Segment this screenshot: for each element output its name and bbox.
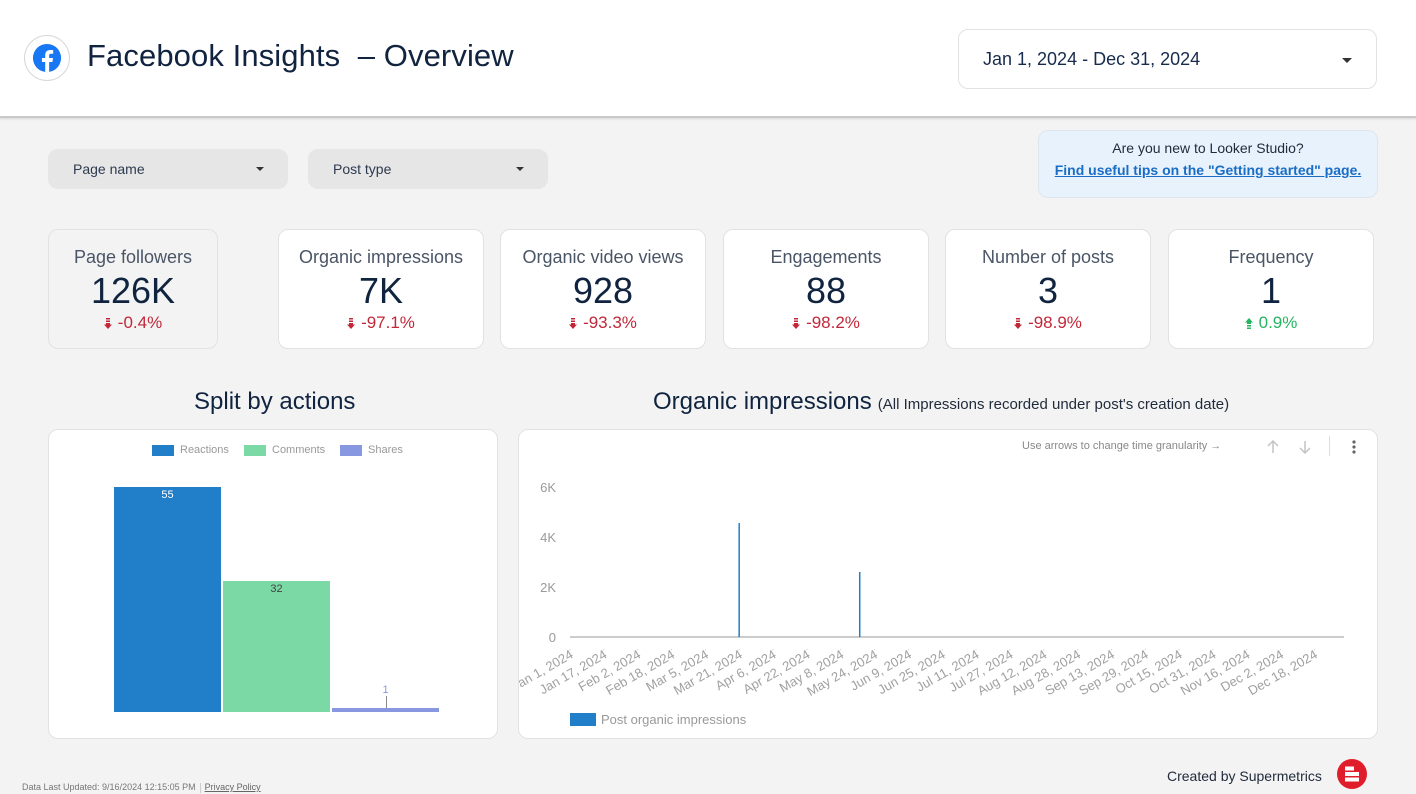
kpi-delta: 0.9% (1169, 313, 1373, 333)
chevron-down-icon (256, 167, 264, 171)
kpi-delta: -98.2% (724, 313, 928, 333)
kpi-organic-video-views: Organic video views 928 -93.3% (500, 229, 706, 349)
date-range-value: Jan 1, 2024 - Dec 31, 2024 (983, 49, 1200, 70)
facebook-logo (24, 35, 70, 81)
legend-label: Comments (272, 444, 325, 456)
facebook-icon (32, 43, 62, 73)
kpi-value: 928 (501, 271, 705, 311)
kpi-number-of-posts: Number of posts 3 -98.9% (945, 229, 1151, 349)
impressions-plot: 02K4K6KJan 1, 2024Jan 17, 2024Feb 2, 202… (519, 430, 1379, 740)
organic-impressions-chart: Use arrows to change time granularity → … (518, 429, 1378, 739)
kpi-label: Page followers (49, 247, 217, 268)
arrow-down-icon (104, 318, 112, 329)
kpi-organic-impressions: Organic impressions 7K -97.1% (278, 229, 484, 349)
kpi-value: 1 (1169, 271, 1373, 311)
impressions-subtitle: (All Impressions recorded under post's c… (878, 396, 1229, 413)
y-tick-label: 4K (540, 530, 556, 545)
legend-item-shares[interactable]: Shares (340, 444, 403, 456)
filter-label: Post type (333, 161, 391, 177)
y-tick-label: 6K (540, 480, 556, 495)
kpi-delta-value: -97.1% (361, 313, 415, 333)
report-header: Facebook Insights – Overview Jan 1, 2024… (0, 0, 1416, 118)
kpi-label: Number of posts (946, 247, 1150, 268)
footer-info: Data Last Updated: 9/16/2024 12:15:05 PM… (22, 782, 261, 793)
supermetrics-logo[interactable] (1337, 759, 1367, 789)
kpi-page-followers: Page followers 126K -0.4% (48, 229, 218, 349)
bar-comments[interactable] (223, 581, 330, 712)
kpi-delta-value: -98.9% (1028, 313, 1082, 333)
arrow-down-icon (569, 318, 577, 329)
page-name-filter[interactable]: Page name (48, 149, 288, 189)
kpi-delta: -98.9% (946, 313, 1150, 333)
last-updated: Data Last Updated: 9/16/2024 12:15:05 PM (22, 782, 196, 792)
arrow-down-icon (792, 318, 800, 329)
created-by: Created by Supermetrics (1167, 768, 1322, 784)
split-by-actions-chart: Reactions Comments Shares 55 32 1 (48, 429, 498, 739)
footer-divider (200, 783, 201, 793)
kpi-delta: -93.3% (501, 313, 705, 333)
kpi-label: Frequency (1169, 247, 1373, 268)
supermetrics-icon (1337, 759, 1367, 789)
kpi-delta: -0.4% (49, 313, 217, 333)
legend-swatch (244, 445, 266, 456)
chevron-down-icon (1342, 58, 1352, 63)
bar-data-label: 1 (332, 684, 439, 696)
kpi-label: Engagements (724, 247, 928, 268)
chevron-down-icon (516, 167, 524, 171)
tip-question: Are you new to Looker Studio? (1039, 140, 1377, 156)
kpi-delta: -97.1% (279, 313, 483, 333)
kpi-value: 7K (279, 271, 483, 311)
impressions-title-text: Organic impressions (653, 388, 872, 415)
date-range-picker[interactable]: Jan 1, 2024 - Dec 31, 2024 (958, 29, 1377, 89)
legend-swatch (340, 445, 362, 456)
kpi-value: 126K (49, 271, 217, 311)
bar-data-label: 32 (223, 583, 330, 595)
kpi-value: 88 (724, 271, 928, 311)
y-tick-label: 2K (540, 580, 556, 595)
legend-item-reactions[interactable]: Reactions (152, 444, 229, 456)
privacy-policy-link[interactable]: Privacy Policy (205, 782, 261, 792)
bar-label-leader (386, 696, 387, 708)
split-chart-title: Split by actions (194, 388, 355, 416)
kpi-label: Organic impressions (279, 247, 483, 268)
kpi-delta-value: -0.4% (118, 313, 162, 333)
kpi-delta-value: -93.3% (583, 313, 637, 333)
y-tick-label: 0 (549, 630, 556, 645)
kpi-delta-value: -98.2% (806, 313, 860, 333)
kpi-delta-value: 0.9% (1259, 313, 1298, 333)
filter-label: Page name (73, 161, 145, 177)
bar-data-label: 55 (114, 489, 221, 501)
arrow-down-icon (1014, 318, 1022, 329)
bar-reactions[interactable] (114, 487, 221, 712)
getting-started-tip: Are you new to Looker Studio? Find usefu… (1038, 130, 1378, 198)
arrow-down-icon (347, 318, 355, 329)
kpi-engagements: Engagements 88 -98.2% (723, 229, 929, 349)
kpi-frequency: Frequency 1 0.9% (1168, 229, 1374, 349)
post-type-filter[interactable]: Post type (308, 149, 548, 189)
legend-swatch (152, 445, 174, 456)
page-title: Facebook Insights – Overview (87, 38, 514, 74)
kpi-label: Organic video views (501, 247, 705, 268)
impressions-chart-title: Organic impressions (All Impressions reco… (653, 388, 1229, 416)
legend-swatch (570, 713, 596, 726)
legend-label: Reactions (180, 444, 229, 456)
arrow-up-icon (1245, 318, 1253, 329)
legend-label: Shares (368, 444, 403, 456)
getting-started-link[interactable]: Find useful tips on the "Getting started… (1055, 162, 1362, 178)
bar-shares[interactable] (332, 708, 439, 712)
legend-label: Post organic impressions (601, 712, 747, 727)
kpi-value: 3 (946, 271, 1150, 311)
legend-item-comments[interactable]: Comments (244, 444, 325, 456)
